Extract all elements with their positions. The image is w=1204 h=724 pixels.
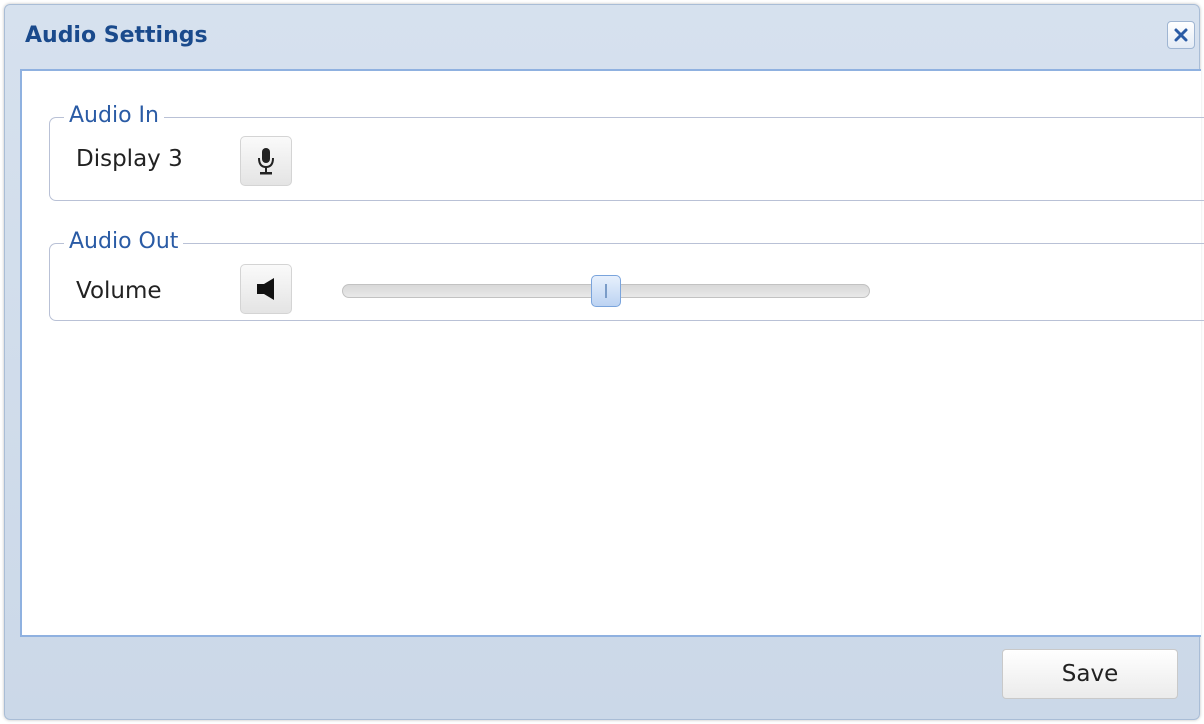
- audio-out-legend: Audio Out: [64, 229, 184, 254]
- dialog-content: Audio In Display 3 Audio Out Volume: [20, 69, 1204, 637]
- speaker-icon: [257, 278, 274, 300]
- audio-in-device-label: Display 3: [76, 146, 183, 172]
- close-button[interactable]: [1167, 21, 1195, 49]
- audio-settings-dialog: Audio Settings Audio In Display 3 Audio …: [4, 4, 1204, 720]
- save-button[interactable]: Save: [1002, 649, 1178, 699]
- dialog-titlebar: Audio Settings: [5, 5, 1199, 69]
- audio-in-group: Audio In Display 3: [49, 103, 1204, 201]
- dialog-title: Audio Settings: [25, 23, 208, 48]
- close-icon: [1174, 28, 1188, 42]
- volume-slider[interactable]: [342, 275, 870, 307]
- volume-label: Volume: [76, 278, 162, 304]
- volume-slider-handle[interactable]: [591, 275, 621, 307]
- microphone-icon: [258, 148, 274, 175]
- slider-grip: [605, 284, 607, 298]
- microphone-button[interactable]: [240, 136, 292, 186]
- audio-out-group: Audio Out Volume: [49, 229, 1204, 321]
- speaker-button[interactable]: [240, 264, 292, 314]
- audio-in-legend: Audio In: [64, 103, 164, 128]
